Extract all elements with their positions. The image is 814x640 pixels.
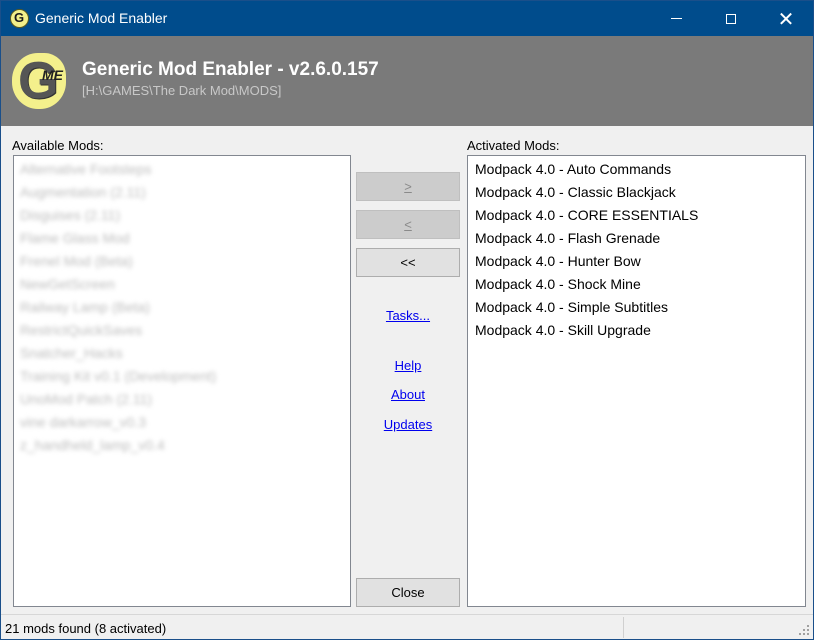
header-banner: G ME Generic Mod Enabler - v2.6.0.157 [H… xyxy=(1,36,813,126)
list-item[interactable]: Railway Lamp (Beta) xyxy=(14,296,350,319)
title-bar[interactable]: Generic Mod Enabler ✕ xyxy=(1,1,813,36)
list-item[interactable]: Modpack 4.0 - Auto Commands xyxy=(468,158,805,181)
list-item[interactable]: z_handheld_lamp_v0.4 xyxy=(14,434,350,457)
available-mods-items: Alternative Footsteps Augmentation (2.11)… xyxy=(14,156,350,457)
list-item[interactable]: Modpack 4.0 - Simple Subtitles xyxy=(468,296,805,319)
window-title: Generic Mod Enabler xyxy=(35,10,168,26)
list-item[interactable]: Modpack 4.0 - CORE ESSENTIALS xyxy=(468,204,805,227)
list-item[interactable]: Modpack 4.0 - Flash Grenade xyxy=(468,227,805,250)
minimize-button[interactable] xyxy=(653,1,699,36)
logo-subtext: ME xyxy=(42,67,63,83)
app-name-version: Generic Mod Enabler - v2.6.0.157 xyxy=(82,59,379,80)
close-button[interactable]: Close xyxy=(356,578,460,607)
available-mods-label: Available Mods: xyxy=(12,138,104,153)
gme-logo: G ME xyxy=(12,52,70,110)
deactivate-mod-label: < xyxy=(404,217,412,232)
activate-mod-label: > xyxy=(404,179,412,194)
deactivate-all-button[interactable]: << xyxy=(356,248,460,277)
status-text: 21 mods found (8 activated) xyxy=(5,621,167,636)
minimize-icon xyxy=(670,18,682,19)
close-window-button[interactable]: ✕ xyxy=(763,1,809,36)
activated-mods-items: Modpack 4.0 - Auto Commands Modpack 4.0 -… xyxy=(468,156,805,342)
help-link[interactable]: Help xyxy=(356,358,460,373)
list-item[interactable]: RestrictQuickSaves xyxy=(14,319,350,342)
activated-mods-list[interactable]: Modpack 4.0 - Auto Commands Modpack 4.0 -… xyxy=(467,155,806,607)
list-item[interactable]: Training Kit v0.1 (Development) xyxy=(14,365,350,388)
maximize-button[interactable] xyxy=(708,1,754,36)
updates-link[interactable]: Updates xyxy=(356,417,460,432)
list-item[interactable]: Modpack 4.0 - Classic Blackjack xyxy=(468,181,805,204)
gme-icon xyxy=(10,9,29,28)
list-item[interactable]: Disguises (2.11) xyxy=(14,204,350,227)
deactivate-mod-button[interactable]: < xyxy=(356,210,460,239)
status-separator xyxy=(623,617,624,638)
list-item[interactable]: Snatcher_Hacks xyxy=(14,342,350,365)
list-item[interactable]: vine darkarrow_v0.3 xyxy=(14,411,350,434)
list-item[interactable]: Alternative Footsteps xyxy=(14,158,350,181)
list-item[interactable]: Modpack 4.0 - Hunter Bow xyxy=(468,250,805,273)
maximize-icon xyxy=(726,13,736,24)
activate-mod-button[interactable]: > xyxy=(356,172,460,201)
resize-grip-icon[interactable] xyxy=(799,625,811,637)
about-link[interactable]: About xyxy=(356,387,460,402)
app-window: Generic Mod Enabler ✕ G ME Generic Mod E… xyxy=(0,0,814,640)
list-item[interactable]: Augmentation (2.11) xyxy=(14,181,350,204)
deactivate-all-label: << xyxy=(400,255,416,270)
list-item[interactable]: NewGetScreen xyxy=(14,273,350,296)
tasks-link[interactable]: Tasks... xyxy=(356,308,460,323)
list-item[interactable]: Flame Glass Mod xyxy=(14,227,350,250)
close-icon: ✕ xyxy=(777,6,795,31)
list-item[interactable]: Modpack 4.0 - Skill Upgrade xyxy=(468,319,805,342)
status-bar: 21 mods found (8 activated) xyxy=(1,614,813,639)
list-item[interactable]: Frenel Mod (Beta) xyxy=(14,250,350,273)
activated-mods-label: Activated Mods: xyxy=(467,138,560,153)
close-button-label: Close xyxy=(391,585,425,600)
list-item[interactable]: UnoMod Patch (2.11) xyxy=(14,388,350,411)
mods-folder-path: [H:\GAMES\The Dark Mod\MODS] xyxy=(82,83,282,98)
list-item[interactable]: Modpack 4.0 - Shock Mine xyxy=(468,273,805,296)
available-mods-list[interactable]: Alternative Footsteps Augmentation (2.11)… xyxy=(13,155,351,607)
